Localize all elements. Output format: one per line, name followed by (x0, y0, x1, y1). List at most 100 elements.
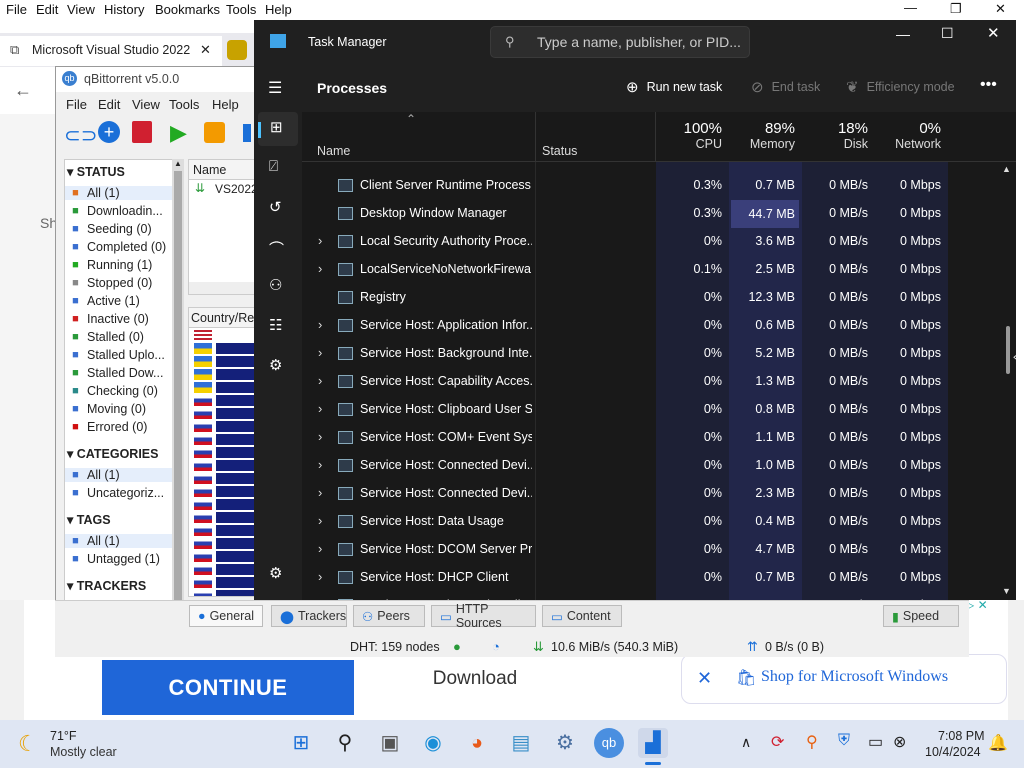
hamburger-menu-icon[interactable]: ☰ (268, 78, 282, 98)
browser-tab[interactable]: ⧉ Microsoft Visual Studio 2022 All ✕ (0, 36, 222, 66)
collapse-arrow-icon[interactable]: ▾ (67, 447, 77, 461)
tag-filter-item[interactable]: ■ Untagged (1) (69, 552, 160, 566)
process-row[interactable]: › Service Host: Clipboard User S... 0% 0.8 … (302, 396, 1016, 424)
taskbar-search-icon[interactable]: ⚲ (330, 728, 360, 758)
expand-chevron-icon[interactable]: › (318, 429, 322, 444)
expand-chevron-icon[interactable]: › (318, 485, 322, 500)
browser-menu-bookmarks[interactable]: Bookmarks (155, 2, 220, 17)
status-column-label[interactable]: Status (542, 144, 577, 158)
qb-menu-file[interactable]: File (66, 97, 87, 112)
connection-status-icon[interactable]: ● (453, 639, 461, 654)
users-icon[interactable]: ⚇ (269, 276, 282, 294)
process-row[interactable]: Desktop Window Manager 0.3% 44.7 MB 0 MB/s 0… (302, 200, 1016, 228)
process-row[interactable]: › Service Host: Background Inte... 0% 5.2 M… (302, 340, 1016, 368)
start-icon[interactable]: ▶ (170, 120, 187, 146)
clock-date[interactable]: 10/4/2024 (925, 745, 981, 759)
tm-search-input[interactable]: ⚲ Type a name, publisher, or PID... (490, 26, 750, 58)
startup-apps-icon[interactable]: ⌒ (269, 238, 284, 259)
category-filter-item[interactable]: ■ Uncategoriz... (69, 486, 164, 500)
category-filter-item[interactable]: ■ All (1) (65, 468, 180, 482)
expand-chevron-icon[interactable]: › (318, 345, 322, 360)
status-filter-item[interactable]: ■ Running (1) (69, 258, 152, 272)
status-filter-item[interactable]: ■ Checking (0) (69, 384, 158, 398)
name-column-label[interactable]: Name (317, 144, 350, 158)
process-row[interactable]: ›Service Host: Diagnostic Polic...0.1%3.… (302, 592, 1016, 600)
close-ad-icon[interactable]: ✕ (697, 668, 712, 689)
browser-menu-tools[interactable]: Tools (226, 2, 256, 17)
add-torrent-icon[interactable]: + (98, 121, 120, 143)
run-new-task-button[interactable]: ⊕ Run new task (626, 78, 722, 96)
country-column-header[interactable]: Country/Re (189, 308, 259, 328)
task-manager-taskbar-icon[interactable]: ▟ (638, 728, 668, 758)
services-icon[interactable]: ⚙ (269, 356, 282, 374)
expand-chevron-icon[interactable]: › (318, 513, 322, 528)
expand-chevron-icon[interactable]: › (318, 541, 322, 556)
status-filter-item[interactable]: ■ Stalled (0) (69, 330, 144, 344)
expand-chevron-icon[interactable]: › (318, 401, 322, 416)
status-filter-item[interactable]: ■ Stalled Dow... (69, 366, 163, 380)
status-filter-item[interactable]: ■ Completed (0) (69, 240, 166, 254)
process-row[interactable]: Registry 0% 12.3 MB 0 MB/s 0 Mbps (302, 284, 1016, 312)
status-section-header[interactable]: ▾ STATUS (67, 164, 125, 179)
collapse-arrow-icon[interactable]: ▾ (67, 513, 77, 527)
tab-trackers[interactable]: ⬤ Trackers (271, 605, 347, 627)
defender-icon[interactable]: ⛨ (838, 732, 850, 750)
firefox-icon[interactable]: ◕ (462, 728, 492, 758)
process-row[interactable]: › Service Host: Capability Acces... 0% 1.3 … (302, 368, 1016, 396)
qbittorrent-taskbar-icon[interactable]: qb (594, 728, 624, 758)
performance-icon[interactable]: ⍁ (269, 158, 278, 175)
back-arrow-icon[interactable]: ← (14, 80, 32, 101)
cpu-column-header[interactable]: 100% CPU (656, 120, 722, 151)
download-link[interactable]: Download (360, 668, 590, 690)
close-icon[interactable]: ✕ (995, 1, 1006, 17)
categories-section-header[interactable]: ▾ CATEGORIES (67, 446, 158, 461)
torrent-row[interactable]: ⇊ VS2022 (189, 180, 261, 198)
display-icon[interactable]: ▭ (868, 732, 883, 752)
status-filter-item[interactable]: ■ Inactive (0) (69, 312, 149, 326)
qb-menu-edit[interactable]: Edit (98, 97, 120, 112)
browser-menu-help[interactable]: Help (265, 2, 292, 17)
task-view-icon[interactable]: ▣ (375, 728, 405, 758)
collapse-arrow-icon[interactable]: ▾ (67, 165, 77, 179)
tm-close-icon[interactable]: ✕ (987, 24, 1000, 42)
status-filter-item[interactable]: ■ Downloadin... (69, 204, 163, 218)
start-windows-icon[interactable]: ⊞ (286, 728, 316, 758)
shop-link[interactable]: Shop for Microsoft Windows (761, 668, 948, 686)
tab-speed[interactable]: ▮ Speed (883, 605, 959, 627)
status-filter-item[interactable]: ■ Active (1) (69, 294, 140, 308)
tab-http-sources[interactable]: ▭ HTTP Sources (431, 602, 536, 630)
clock-time[interactable]: 7:08 PM (938, 729, 985, 743)
scroll-thumb[interactable] (174, 171, 182, 611)
status-filter-item[interactable]: ■ Seeding (0) (69, 222, 151, 236)
tab-peers[interactable]: ⚇ Peers (353, 605, 425, 627)
process-row[interactable]: › Service Host: DHCP Client 0% 0.7 MB 0 MB/s… (302, 564, 1016, 592)
expand-chevron-icon[interactable]: › (318, 569, 322, 584)
process-row[interactable]: › Service Host: Application Infor... 0% 0.6… (302, 312, 1016, 340)
tm-scroll-up-icon[interactable]: ▲ (1002, 164, 1011, 174)
edge-browser-icon[interactable]: ◉ (418, 728, 448, 758)
details-icon[interactable]: ☷ (269, 316, 282, 334)
trackers-section-header[interactable]: ▾ TRACKERS (67, 578, 146, 593)
tab-close-icon[interactable]: ✕ (200, 42, 211, 58)
settings-gear-icon[interactable]: ⚙ (550, 728, 580, 758)
tray-chevron-icon[interactable]: ∧ (741, 734, 751, 751)
tab-general[interactable]: ● General (189, 605, 263, 627)
tm-maximize-icon[interactable]: ☐ (941, 25, 954, 42)
notifications-bell-icon[interactable]: 🔔 (988, 733, 1008, 753)
status-filter-item[interactable]: ■ Errored (0) (69, 420, 147, 434)
qb-sidebar-scrollbar[interactable]: ▲ ▼ (172, 159, 184, 629)
name-column-header[interactable]: Name (189, 160, 261, 180)
scroll-up-icon[interactable]: ▲ (174, 159, 182, 168)
tm-scroll-down-icon[interactable]: ▼ (1002, 586, 1011, 596)
collapse-arrow-icon[interactable]: ▾ (67, 579, 77, 593)
qb-menu-tools[interactable]: Tools (169, 97, 199, 112)
process-row[interactable]: › Service Host: COM+ Event Sys... 0% 1.1 MB… (302, 424, 1016, 452)
status-filter-item[interactable]: ■ Stopped (0) (69, 276, 152, 290)
speed-limit-icon[interactable]: ◔ (492, 639, 500, 654)
process-row[interactable]: › LocalServiceNoNetworkFirewa... 0.1% 2.5 M… (302, 256, 1016, 284)
more-options-icon[interactable]: ••• (980, 76, 997, 94)
search-tray-icon[interactable]: ⚲ (806, 732, 818, 752)
end-task-button[interactable]: ⊘ End task (751, 78, 820, 96)
settings-icon[interactable]: ⚙ (269, 564, 282, 582)
tags-section-header[interactable]: ▾ TAGS (67, 512, 111, 527)
